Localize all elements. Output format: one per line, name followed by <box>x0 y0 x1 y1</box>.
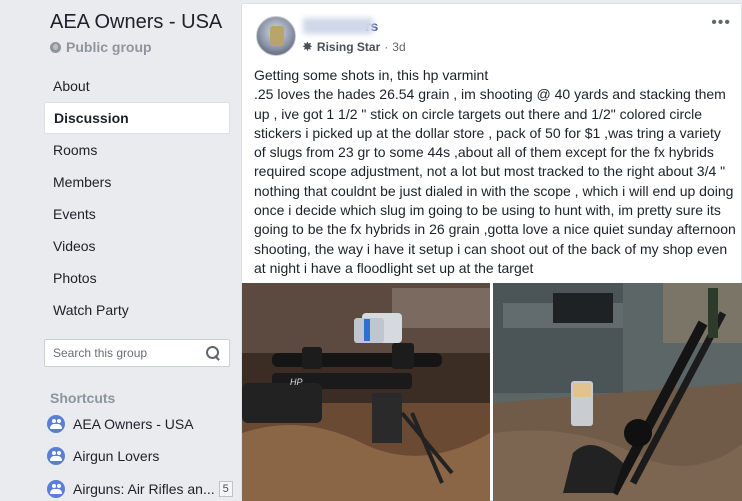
member-badge[interactable]: Rising Star <box>317 40 380 54</box>
post-timestamp[interactable]: 3d <box>392 40 405 54</box>
group-search <box>44 339 230 367</box>
author-name[interactable]: rs <box>303 18 378 34</box>
nav-item-about[interactable]: About <box>44 70 230 102</box>
nav-item-watch-party[interactable]: Watch Party <box>44 294 230 326</box>
nav-item-photos[interactable]: Photos <box>44 262 230 294</box>
rising-star-icon: ✸ <box>302 39 313 54</box>
nav-item-members[interactable]: Members <box>44 166 230 198</box>
more-options-icon[interactable]: ••• <box>711 15 731 31</box>
rifle-photo-right-image <box>493 283 742 501</box>
globe-icon <box>50 41 61 53</box>
nav-item-rooms[interactable]: Rooms <box>44 134 230 166</box>
rifle-photo-left[interactable]: HP <box>242 283 490 501</box>
group-privacy-label: Public group <box>66 39 152 55</box>
post-body: Getting some shots in, this hp varmint .… <box>254 66 736 278</box>
redacted-name <box>303 18 373 34</box>
shortcut-item[interactable]: Airguns: Air Rifles an... 5 <box>47 477 233 501</box>
group-nav: About Discussion Rooms Members Events Vi… <box>44 70 230 326</box>
shortcut-label: AEA Owners - USA <box>73 416 194 432</box>
group-sidebar: AEA Owners - USA Public group About Disc… <box>0 0 240 501</box>
rifle-photo-left-image: HP <box>242 283 490 501</box>
nav-item-videos[interactable]: Videos <box>44 230 230 262</box>
rifle-logo-text: HP <box>290 377 303 387</box>
shortcuts-heading: Shortcuts <box>50 390 116 406</box>
group-icon <box>47 480 65 498</box>
group-icon <box>47 447 65 465</box>
group-privacy: Public group <box>50 39 152 55</box>
post-card: rs ✸ Rising Star · 3d ••• Getting some s… <box>241 3 742 501</box>
group-icon <box>47 415 65 433</box>
rifle-photo-right[interactable] <box>493 283 742 501</box>
group-title[interactable]: AEA Owners - USA <box>50 11 222 34</box>
shortcut-label: Airgun Lovers <box>73 448 160 464</box>
author-avatar[interactable] <box>256 16 296 56</box>
search-input[interactable] <box>45 340 195 366</box>
unread-count-badge: 5 <box>218 481 233 497</box>
post-meta: ✸ Rising Star · 3d <box>302 39 406 55</box>
nav-item-events[interactable]: Events <box>44 198 230 230</box>
shortcut-label: Airguns: Air Rifles an... <box>73 481 215 497</box>
meta-separator: · <box>384 40 389 54</box>
search-icon[interactable] <box>206 346 219 359</box>
post-text: Getting some shots in, this hp varmint .… <box>254 67 736 276</box>
shortcut-item[interactable]: AEA Owners - USA <box>47 412 194 436</box>
nav-item-discussion[interactable]: Discussion <box>44 102 230 134</box>
shortcut-item[interactable]: Airgun Lovers <box>47 444 159 468</box>
